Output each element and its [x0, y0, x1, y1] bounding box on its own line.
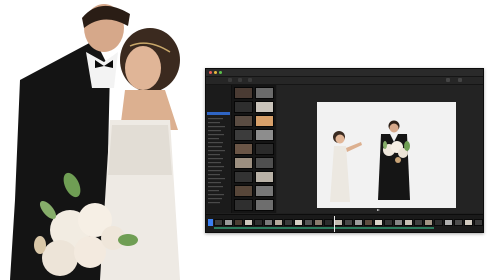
timeline	[206, 214, 483, 232]
timeline-clip[interactable]	[344, 219, 353, 226]
library-item[interactable]	[207, 92, 230, 95]
timeline-clip[interactable]	[284, 219, 293, 226]
clip-thumbnail[interactable]	[234, 101, 253, 113]
timeline-clip[interactable]	[314, 219, 323, 226]
inspector-icon[interactable]	[458, 78, 462, 82]
library-item[interactable]	[207, 107, 230, 110]
toolbar-button-3[interactable]	[248, 78, 252, 82]
viewer-panel	[277, 85, 483, 213]
timeline-clip[interactable]	[304, 219, 313, 226]
clip-thumbnail[interactable]	[255, 129, 274, 141]
timeline-clip-selected[interactable]	[208, 219, 213, 226]
toolbar	[206, 77, 483, 85]
timeline-clip[interactable]	[264, 219, 273, 226]
share-icon[interactable]	[446, 78, 450, 82]
play-icon[interactable]	[377, 209, 380, 211]
toolbar-button-2[interactable]	[238, 78, 242, 82]
title-bar	[206, 69, 483, 77]
timeline-clip[interactable]	[214, 219, 223, 226]
clip-thumbnail[interactable]	[234, 171, 253, 183]
couple-photo	[10, 4, 180, 280]
library-list	[208, 118, 225, 204]
video-editor-window	[205, 68, 484, 233]
clip-thumbnail[interactable]	[255, 171, 274, 183]
timeline-clip[interactable]	[434, 219, 443, 226]
clip-thumbnail[interactable]	[255, 199, 274, 211]
viewer-header	[277, 85, 483, 91]
timeline-clip[interactable]	[384, 219, 393, 226]
clip-thumbnail[interactable]	[234, 143, 253, 155]
timeline-clip[interactable]	[404, 219, 413, 226]
timeline-clip[interactable]	[474, 219, 483, 226]
window-title	[206, 69, 483, 76]
audio-track[interactable]	[214, 227, 434, 229]
media-browser	[232, 85, 276, 213]
library-item[interactable]	[207, 102, 230, 105]
clip-thumbnail[interactable]	[234, 115, 253, 127]
clip-thumbnail[interactable]	[234, 199, 253, 211]
timeline-clip[interactable]	[444, 219, 453, 226]
clip-thumbnail[interactable]	[234, 157, 253, 169]
clip-thumbnail[interactable]	[255, 143, 274, 155]
timeline-clip[interactable]	[374, 219, 383, 226]
timeline-clip-strip	[214, 219, 483, 226]
library-item[interactable]	[207, 97, 230, 100]
clip-thumbnail[interactable]	[255, 185, 274, 197]
clip-thumbnail[interactable]	[234, 129, 253, 141]
playhead[interactable]	[334, 216, 335, 232]
library-item-selected[interactable]	[207, 112, 230, 115]
library-item[interactable]	[207, 87, 230, 90]
viewer-video-frame	[317, 102, 456, 208]
timeline-clip[interactable]	[244, 219, 253, 226]
timeline-clip[interactable]	[334, 219, 343, 226]
timeline-clip[interactable]	[394, 219, 403, 226]
viewer-frame[interactable]	[317, 102, 456, 208]
timeline-clip[interactable]	[234, 219, 243, 226]
timeline-clip[interactable]	[364, 219, 373, 226]
clip-thumbnail[interactable]	[234, 185, 253, 197]
clip-thumbnail[interactable]	[255, 87, 274, 99]
timeline-clip[interactable]	[424, 219, 433, 226]
timeline-clip[interactable]	[294, 219, 303, 226]
timeline-clip[interactable]	[454, 219, 463, 226]
timeline-clip[interactable]	[324, 219, 333, 226]
clip-thumbnail[interactable]	[255, 115, 274, 127]
timeline-clip[interactable]	[464, 219, 473, 226]
toolbar-button-1[interactable]	[228, 78, 232, 82]
library-sidebar	[206, 85, 232, 213]
timeline-clip[interactable]	[274, 219, 283, 226]
playback-controls	[277, 208, 483, 213]
timeline-clip[interactable]	[414, 219, 423, 226]
clip-thumbnail[interactable]	[255, 157, 274, 169]
timeline-clip[interactable]	[254, 219, 263, 226]
timeline-clip[interactable]	[224, 219, 233, 226]
clip-thumbnail[interactable]	[255, 101, 274, 113]
timeline-clip[interactable]	[354, 219, 363, 226]
clip-thumbnail[interactable]	[234, 87, 253, 99]
